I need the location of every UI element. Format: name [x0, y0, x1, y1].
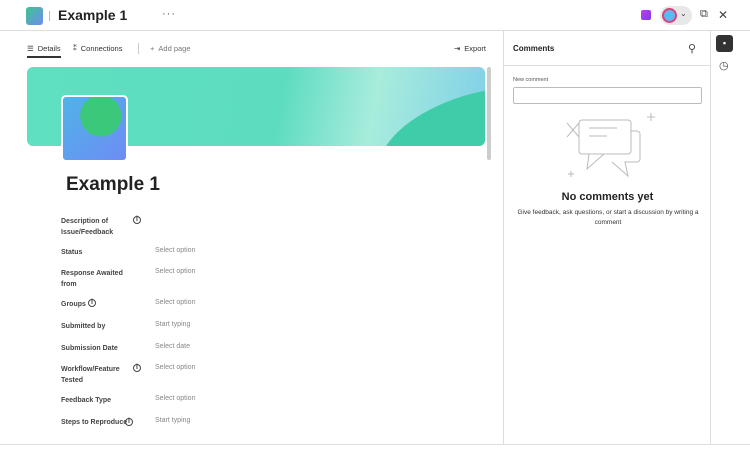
field-label: Steps to Reproduce — [61, 419, 128, 426]
list-icon: ☰ — [27, 44, 34, 53]
comments-panel: Comments ⚲ New comment No comments yet G… — [503, 31, 711, 444]
search-icon[interactable]: ⚲ — [688, 42, 696, 55]
feedback-type-field[interactable]: Select option — [155, 395, 195, 402]
info-icon[interactable]: i — [88, 299, 96, 307]
app-logo-icon — [26, 7, 43, 25]
comments-toggle-icon[interactable]: ▪ — [716, 35, 733, 52]
submission-date-field[interactable]: Select date — [155, 343, 190, 350]
bottom-border — [0, 444, 750, 445]
status-field[interactable]: Select option — [155, 247, 195, 254]
field-label: Feedback Type — [61, 397, 112, 404]
info-icon[interactable]: i — [133, 216, 141, 224]
chevron-down-icon: ⌄ — [680, 9, 687, 18]
field-label: Submitted by — [61, 323, 106, 330]
field-label: Response Awaited from — [61, 270, 123, 288]
app-switcher-icon[interactable] — [641, 10, 651, 20]
close-icon[interactable]: ✕ — [718, 8, 728, 22]
connections-icon: ⁑ — [73, 44, 77, 53]
new-comment-input[interactable] — [513, 87, 702, 104]
field-label: Groups — [61, 301, 86, 308]
tab-bar: ☰ Details ⁑ Connections + Add page ⇥ Export — [0, 38, 503, 62]
info-icon[interactable]: i — [133, 364, 141, 372]
field-label: Workflow/Feature Tested — [61, 366, 120, 384]
info-icon[interactable]: i — [125, 418, 133, 426]
new-comment-label: New comment — [513, 77, 549, 83]
submitted-by-field[interactable]: Start typing — [155, 321, 190, 328]
document-title: Example 1 — [58, 7, 128, 23]
avatar — [662, 8, 677, 23]
add-page-button[interactable]: + Add page — [150, 44, 191, 53]
more-options-button[interactable]: ··· — [162, 8, 176, 20]
page-title: Example 1 — [66, 174, 160, 195]
plus-icon: + — [150, 44, 155, 53]
open-external-icon[interactable]: ⧉ — [700, 8, 708, 21]
tab-connections[interactable]: ⁑ Connections — [73, 44, 122, 53]
tab-details[interactable]: ☰ Details — [27, 44, 61, 58]
export-icon: ⇥ — [454, 44, 461, 53]
steps-field[interactable]: Start typing — [155, 417, 190, 424]
right-rail: ▪ ◷ — [711, 31, 750, 444]
empty-comments-illustration — [566, 113, 655, 178]
groups-field[interactable]: Select option — [155, 299, 195, 306]
export-button[interactable]: ⇥ Export — [454, 44, 486, 53]
empty-title: No comments yet — [561, 191, 654, 203]
divider — [504, 65, 711, 66]
field-label: Status — [61, 249, 83, 256]
scrollbar[interactable] — [487, 67, 491, 160]
divider — [138, 43, 139, 54]
field-label: Submission Date — [61, 345, 118, 352]
workflow-field[interactable]: Select option — [155, 364, 195, 371]
banner-wave — [368, 68, 485, 146]
empty-text: Give feedback, ask questions, or start a… — [517, 209, 699, 226]
top-bar: Example 1 ··· ⌄ ⧉ ✕ — [0, 0, 750, 31]
page-thumbnail[interactable] — [61, 95, 128, 162]
history-icon[interactable]: ◷ — [719, 59, 729, 72]
response-awaited-field[interactable]: Select option — [155, 268, 195, 275]
avatar-menu-button[interactable]: ⌄ — [660, 6, 692, 25]
field-label: Description of Issue/Feedback — [61, 218, 114, 236]
comments-title: Comments — [513, 44, 555, 53]
divider — [49, 11, 50, 21]
